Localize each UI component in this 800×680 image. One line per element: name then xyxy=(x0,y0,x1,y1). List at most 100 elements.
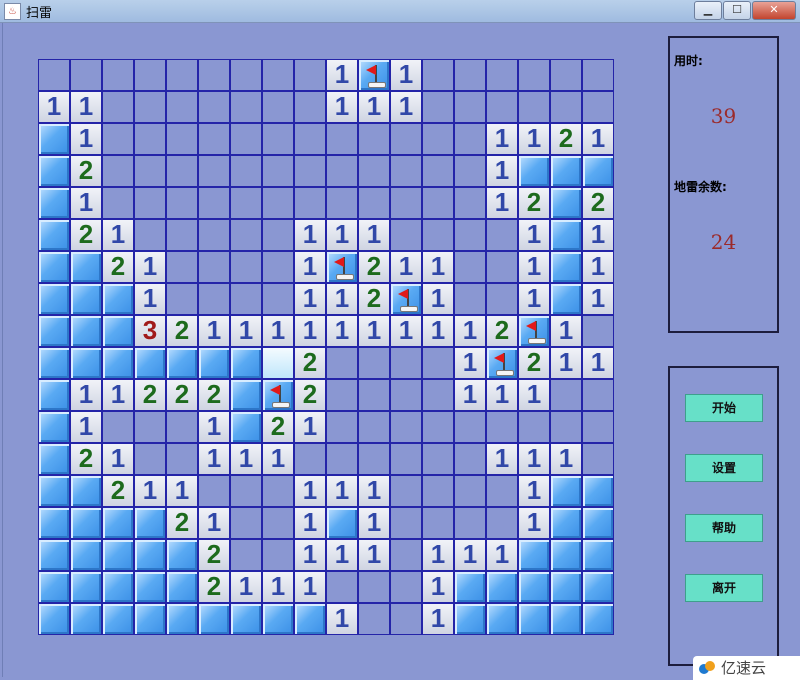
number-cell[interactable]: 1 xyxy=(486,187,518,219)
empty-cell[interactable] xyxy=(230,507,262,539)
empty-cell[interactable] xyxy=(326,155,358,187)
number-cell[interactable]: 1 xyxy=(102,379,134,411)
number-cell[interactable]: 1 xyxy=(550,443,582,475)
empty-cell[interactable] xyxy=(166,411,198,443)
hidden-cell[interactable] xyxy=(486,571,518,603)
number-cell[interactable]: 1 xyxy=(582,123,614,155)
empty-cell[interactable] xyxy=(390,411,422,443)
empty-cell[interactable] xyxy=(262,539,294,571)
hidden-cell[interactable] xyxy=(38,251,70,283)
number-cell[interactable]: 1 xyxy=(518,507,550,539)
empty-cell[interactable] xyxy=(326,443,358,475)
number-cell[interactable]: 1 xyxy=(262,315,294,347)
empty-cell[interactable] xyxy=(262,155,294,187)
empty-cell[interactable] xyxy=(486,91,518,123)
number-cell[interactable]: 1 xyxy=(358,91,390,123)
number-cell[interactable]: 1 xyxy=(326,91,358,123)
empty-cell[interactable] xyxy=(166,251,198,283)
hidden-cell[interactable] xyxy=(70,571,102,603)
number-cell[interactable]: 1 xyxy=(454,379,486,411)
number-cell[interactable]: 2 xyxy=(486,315,518,347)
empty-cell[interactable] xyxy=(422,155,454,187)
hidden-cell[interactable] xyxy=(134,347,166,379)
number-cell[interactable]: 1 xyxy=(230,571,262,603)
empty-cell[interactable] xyxy=(262,187,294,219)
number-cell[interactable]: 1 xyxy=(358,507,390,539)
empty-cell[interactable] xyxy=(230,91,262,123)
empty-cell[interactable] xyxy=(358,603,390,635)
hidden-cell[interactable] xyxy=(582,539,614,571)
hidden-cell[interactable] xyxy=(230,411,262,443)
number-cell[interactable]: 1 xyxy=(486,123,518,155)
number-cell[interactable]: 1 xyxy=(358,539,390,571)
hidden-cell[interactable] xyxy=(38,507,70,539)
empty-cell[interactable] xyxy=(422,187,454,219)
number-cell[interactable]: 2 xyxy=(198,379,230,411)
empty-cell[interactable] xyxy=(166,283,198,315)
empty-cell[interactable] xyxy=(198,187,230,219)
empty-cell[interactable] xyxy=(326,347,358,379)
hidden-cell[interactable] xyxy=(38,379,70,411)
hidden-cell[interactable] xyxy=(38,603,70,635)
hidden-cell[interactable] xyxy=(70,507,102,539)
hidden-cell[interactable] xyxy=(582,475,614,507)
empty-cell[interactable] xyxy=(550,411,582,443)
number-cell[interactable]: 1 xyxy=(294,475,326,507)
number-cell[interactable]: 1 xyxy=(70,123,102,155)
number-cell[interactable]: 1 xyxy=(326,539,358,571)
hidden-cell[interactable] xyxy=(38,315,70,347)
hidden-cell[interactable] xyxy=(70,315,102,347)
empty-cell[interactable] xyxy=(422,59,454,91)
empty-cell[interactable] xyxy=(358,379,390,411)
empty-cell[interactable] xyxy=(230,475,262,507)
empty-cell[interactable] xyxy=(262,507,294,539)
hidden-cell[interactable] xyxy=(102,571,134,603)
flagged-cell[interactable] xyxy=(486,347,518,379)
number-cell[interactable]: 1 xyxy=(326,283,358,315)
number-cell[interactable]: 1 xyxy=(518,475,550,507)
number-cell[interactable]: 1 xyxy=(198,443,230,475)
number-cell[interactable]: 2 xyxy=(166,507,198,539)
empty-cell[interactable] xyxy=(422,379,454,411)
empty-cell[interactable] xyxy=(102,187,134,219)
empty-cell[interactable] xyxy=(486,411,518,443)
empty-cell[interactable] xyxy=(102,91,134,123)
hidden-cell[interactable] xyxy=(70,603,102,635)
hidden-cell[interactable] xyxy=(102,603,134,635)
number-cell[interactable]: 1 xyxy=(294,411,326,443)
empty-cell[interactable] xyxy=(262,59,294,91)
number-cell[interactable]: 2 xyxy=(582,187,614,219)
empty-cell[interactable] xyxy=(454,59,486,91)
hidden-cell[interactable] xyxy=(582,603,614,635)
number-cell[interactable]: 1 xyxy=(486,379,518,411)
empty-cell[interactable] xyxy=(422,411,454,443)
empty-cell[interactable] xyxy=(358,123,390,155)
empty-cell[interactable] xyxy=(166,91,198,123)
empty-cell[interactable] xyxy=(550,91,582,123)
hidden-cell[interactable] xyxy=(550,155,582,187)
empty-cell[interactable] xyxy=(390,123,422,155)
number-cell[interactable]: 1 xyxy=(518,251,550,283)
empty-cell[interactable] xyxy=(198,59,230,91)
hidden-cell[interactable] xyxy=(134,603,166,635)
hidden-cell[interactable] xyxy=(454,603,486,635)
empty-cell[interactable] xyxy=(454,251,486,283)
empty-cell[interactable] xyxy=(294,123,326,155)
empty-cell[interactable] xyxy=(262,219,294,251)
hidden-cell[interactable] xyxy=(134,539,166,571)
empty-cell[interactable] xyxy=(358,187,390,219)
empty-cell[interactable] xyxy=(166,443,198,475)
hidden-cell[interactable] xyxy=(550,603,582,635)
empty-cell[interactable] xyxy=(262,251,294,283)
number-cell[interactable]: 2 xyxy=(166,379,198,411)
empty-cell[interactable] xyxy=(198,123,230,155)
empty-cell[interactable] xyxy=(70,59,102,91)
number-cell[interactable]: 1 xyxy=(518,379,550,411)
number-cell[interactable]: 1 xyxy=(390,315,422,347)
empty-cell[interactable] xyxy=(454,155,486,187)
maximize-button[interactable]: ☐ xyxy=(723,1,751,20)
number-cell[interactable]: 1 xyxy=(230,315,262,347)
hidden-cell[interactable] xyxy=(454,571,486,603)
number-cell[interactable]: 1 xyxy=(518,283,550,315)
exit-button[interactable]: 离开 xyxy=(685,574,763,602)
